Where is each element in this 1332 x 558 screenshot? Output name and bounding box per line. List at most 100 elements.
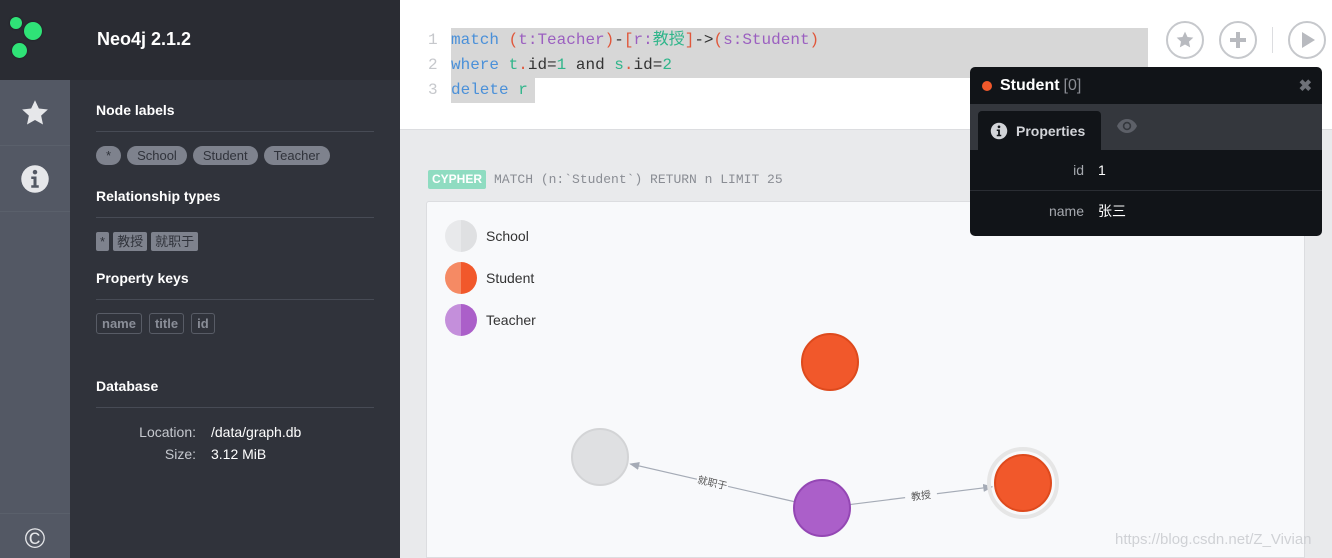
student-swatch	[445, 262, 477, 294]
relationship-type-list: * 教授 就职于	[96, 218, 374, 251]
info-drawer: Neo4j 2.1.2 Node labels * School Student…	[70, 0, 400, 558]
node-circle[interactable]	[801, 333, 859, 391]
inspector-label: Student	[1000, 76, 1060, 94]
database-section: Database Location: /data/graph.db Size: …	[70, 334, 400, 465]
graph-node-school[interactable]	[571, 428, 629, 486]
scrollbar[interactable]	[1305, 201, 1332, 558]
add-button[interactable]	[1219, 21, 1257, 59]
tab-style[interactable]	[1116, 118, 1138, 139]
star-icon	[1176, 31, 1194, 48]
location-label: Location:	[139, 424, 196, 440]
inspector-header: Student [0] ✖	[970, 67, 1322, 104]
app-title: Neo4j 2.1.2	[97, 28, 192, 49]
logo-dot	[24, 22, 42, 40]
legend-item-school[interactable]: School	[445, 220, 536, 252]
database-location-row: Location: /data/graph.db	[96, 421, 374, 443]
property-key: id	[1073, 162, 1084, 178]
info-icon	[990, 122, 1008, 139]
tab-properties[interactable]: Properties	[978, 111, 1101, 150]
editor-actions	[1166, 21, 1326, 59]
teacher-swatch	[445, 304, 477, 336]
size-value: 3.12 MiB	[211, 446, 267, 462]
graph-node-student[interactable]	[801, 333, 859, 391]
graph-view[interactable]: 就职于教授	[427, 202, 1306, 558]
legend-item-student[interactable]: Student	[445, 262, 536, 294]
legend-item-teacher[interactable]: Teacher	[445, 304, 536, 336]
property-row: name 张三	[970, 190, 1322, 230]
property-value: 1	[1098, 162, 1106, 178]
neo4j-logo[interactable]	[0, 0, 70, 80]
close-icon[interactable]: ✖	[1299, 76, 1312, 96]
legend: School Student Teacher	[445, 220, 536, 346]
info-button[interactable]	[0, 146, 70, 212]
node-inspector: Student [0] ✖ Properties id 1 name 张三	[970, 67, 1322, 236]
section-title: Database	[96, 378, 374, 408]
info-icon	[21, 164, 49, 193]
node-label-student[interactable]: Student	[192, 146, 258, 165]
frame-title: CYPHER MATCH (n:`Student`) RETURN n LIMI…	[428, 170, 783, 189]
logo-dot	[10, 17, 22, 29]
node-label-teacher[interactable]: Teacher	[263, 146, 330, 165]
property-key-title[interactable]: title	[148, 313, 185, 334]
property-key-id[interactable]: id	[191, 313, 215, 334]
relationship-types-section: Relationship types * 教授 就职于	[70, 165, 400, 251]
property-value: 张三	[1098, 202, 1126, 219]
node-label-all[interactable]: *	[96, 146, 122, 165]
graph-node-teacher[interactable]	[793, 479, 851, 537]
property-keys-section: Property keys name title id	[70, 251, 400, 334]
star-icon	[22, 99, 48, 124]
node-circle[interactable]	[994, 454, 1052, 512]
code-text: delete r	[451, 78, 535, 103]
relationship-type-all[interactable]: *	[96, 232, 110, 251]
inspector-node-id: [0]	[1063, 76, 1082, 94]
copyright-button[interactable]: ©	[0, 513, 70, 558]
relationship-type-works-at[interactable]: 就职于	[151, 232, 199, 251]
relationship[interactable]: 就职于	[629, 462, 795, 503]
relationship-type-teaches[interactable]: 教授	[113, 232, 148, 251]
code-line[interactable]: 1 match (t:Teacher)-[r:教授]->(s:Student)	[422, 28, 1148, 53]
database-size-row: Size: 3.12 MiB	[96, 443, 374, 465]
button-separator	[1272, 27, 1273, 53]
node-label-school[interactable]: School	[127, 146, 187, 165]
watermark: https://blog.csdn.net/Z_Vivian	[1115, 531, 1312, 548]
run-button[interactable]	[1288, 21, 1326, 59]
property-row: id 1	[970, 150, 1322, 190]
legend-label: School	[486, 228, 529, 244]
node-circle[interactable]	[793, 479, 851, 537]
line-number: 1	[428, 31, 438, 49]
favorite-button[interactable]	[1166, 21, 1204, 59]
relationship[interactable]: 教授	[849, 483, 994, 506]
line-number: 2	[428, 56, 438, 74]
cypher-badge: CYPHER	[428, 170, 487, 189]
section-title: Relationship types	[96, 188, 374, 218]
icon-bar: ©	[0, 0, 70, 558]
frame-query[interactable]: MATCH (n:`Student`) RETURN n LIMIT 25	[494, 172, 783, 187]
graph-node-student[interactable]	[987, 447, 1059, 519]
property-key-list: name title id	[96, 300, 374, 334]
label-color-dot	[982, 80, 992, 91]
play-icon	[1302, 32, 1315, 48]
code-text: match (t:Teacher)-[r:教授]->(s:Student)	[451, 28, 1148, 53]
location-value: /data/graph.db	[211, 424, 302, 440]
node-label-list: * School Student Teacher	[96, 132, 374, 165]
neo4j-browser: © Neo4j 2.1.2 Node labels * School Stude…	[0, 0, 1332, 558]
section-title: Node labels	[96, 102, 374, 132]
size-label: Size:	[164, 446, 196, 462]
favorites-button[interactable]	[0, 80, 70, 146]
line-number: 3	[428, 81, 438, 99]
section-title: Property keys	[96, 270, 374, 300]
drawer-header: Neo4j 2.1.2	[70, 0, 400, 80]
logo-dot	[12, 43, 27, 58]
node-circle[interactable]	[571, 428, 629, 486]
property-key: name	[1048, 202, 1084, 219]
legend-label: Teacher	[486, 312, 536, 328]
eye-icon	[1117, 119, 1137, 133]
property-key-name[interactable]: name	[96, 313, 142, 334]
properties-table: id 1 name 张三	[970, 150, 1322, 230]
plus-icon	[1230, 32, 1246, 48]
legend-label: Student	[486, 270, 535, 286]
copyright-icon: ©	[24, 523, 46, 554]
tab-label: Properties	[1016, 122, 1086, 139]
node-labels-section: Node labels * School Student Teacher	[70, 80, 400, 165]
school-swatch	[445, 220, 477, 252]
